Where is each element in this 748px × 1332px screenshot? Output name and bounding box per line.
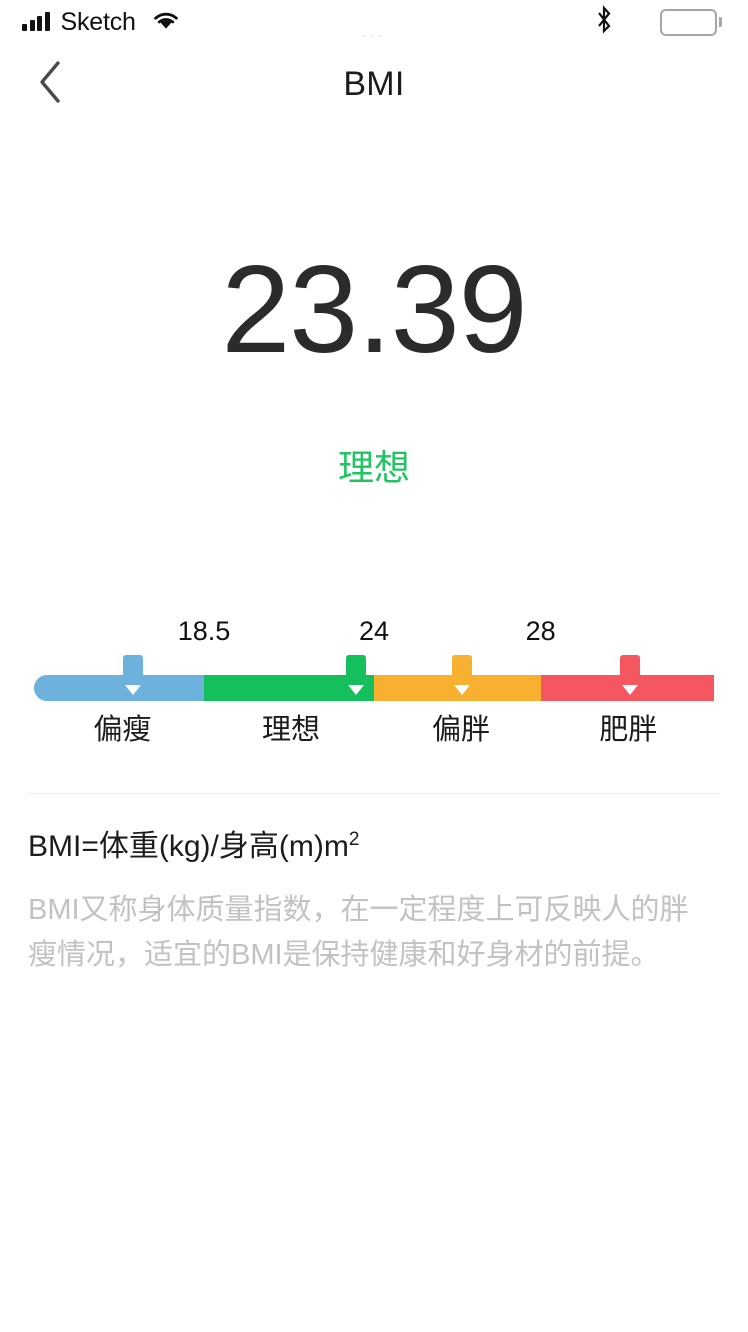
notch-indicator: ···: [361, 28, 387, 43]
scale-bar: [34, 655, 714, 701]
scale-tick-labels: 18.5 24 28: [34, 618, 714, 654]
scale-category-3: 肥胖: [599, 714, 658, 746]
bmi-description: BMI又称身体质量指数，在一定程度上可反映人的胖瘦情况，适宜的BMI是保持健康和…: [28, 894, 689, 972]
status-bar-left: Sketch: [22, 9, 181, 36]
bmi-value: 23.39: [221, 241, 527, 379]
page-title: BMI: [343, 64, 405, 103]
bmi-formula-exponent: 2: [348, 829, 360, 850]
scale-tick-2: 28: [525, 616, 556, 646]
section-divider: [28, 793, 720, 794]
battery-full-icon: [660, 8, 722, 36]
scale-tick-0: 18.5: [177, 616, 231, 646]
bmi-formula-text: BMI=体重(kg)/身高(m)m: [28, 830, 349, 863]
navigation-bar: BMI: [0, 44, 748, 124]
status-bar-right: [594, 4, 722, 40]
bmi-status-label: 理想: [337, 447, 410, 488]
carrier-label: Sketch: [60, 7, 136, 36]
scale-segment-3: [540, 675, 714, 701]
scale-category-2: 偏胖: [432, 714, 491, 746]
bluetooth-icon: [594, 4, 614, 40]
scale-segment-0: [34, 675, 204, 701]
scale-category-1: 理想: [262, 714, 321, 746]
scale-category-0: 偏瘦: [93, 714, 152, 746]
scale-segment-1: [204, 675, 374, 701]
bmi-formula: BMI=体重(kg)/身高(m)m2: [28, 828, 359, 866]
scale-tick-1: 24: [358, 616, 390, 646]
signal-bars-icon: [22, 12, 50, 31]
bmi-scale: 18.5 24 28 偏瘦 理想 偏胖 肥胖: [34, 618, 714, 756]
scale-category-labels: 偏瘦 理想 偏胖 肥胖: [34, 716, 714, 756]
wifi-icon: [151, 9, 181, 36]
scale-segment-2: [374, 675, 541, 701]
